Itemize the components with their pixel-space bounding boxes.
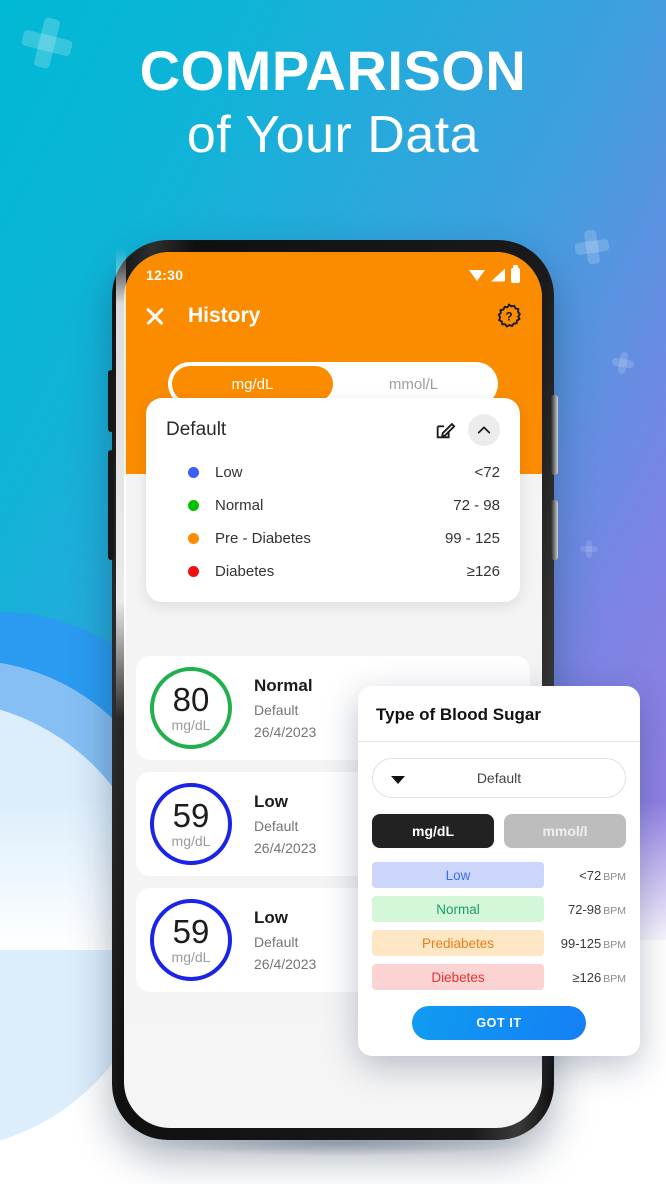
dialog-range-number: <72 bbox=[579, 867, 602, 883]
wifi-icon bbox=[469, 269, 485, 281]
legend-label: Diabetes bbox=[215, 563, 275, 580]
page-title: History bbox=[188, 304, 261, 327]
phone-volume-button bbox=[108, 370, 114, 432]
dialog-range-row: Prediabetes 99-125 BPM bbox=[372, 930, 626, 956]
app-header: History ? bbox=[124, 288, 542, 344]
dialog-range-row: Diebetes ≥126 BPM bbox=[372, 964, 626, 990]
history-status: Normal bbox=[254, 676, 313, 695]
dialog-range-chip-low: Low bbox=[372, 862, 544, 888]
plus-icon bbox=[610, 350, 635, 375]
dialog-range-chip-prediabetes: Prediabetes bbox=[372, 930, 544, 956]
dialog-range-unit: BPM bbox=[603, 972, 626, 985]
default-range-card: Default Low <72 Normal 72 - 98 Pre - Dia… bbox=[146, 398, 520, 602]
reading-unit: mg/dL bbox=[171, 949, 211, 965]
help-badge-icon[interactable]: ? bbox=[496, 303, 522, 329]
reading-unit: mg/dL bbox=[171, 833, 211, 849]
history-date: 26/4/2023 bbox=[254, 724, 317, 740]
phone-power-button bbox=[551, 500, 558, 560]
hero-title-secondary: of Your Data bbox=[186, 106, 480, 164]
hero-heading: COMPARISON of Your Data bbox=[0, 40, 666, 168]
close-icon[interactable] bbox=[144, 305, 166, 327]
phone-bezel-highlight bbox=[116, 248, 126, 718]
status-time: 12:30 bbox=[146, 267, 184, 283]
reading-ring: 80 mg/dL bbox=[150, 667, 232, 749]
svg-text:?: ? bbox=[505, 309, 512, 323]
dialog-range-unit: BPM bbox=[603, 904, 626, 917]
reading-value: 59 bbox=[172, 913, 210, 950]
history-row-info: Low Default 26/4/2023 bbox=[254, 792, 316, 856]
history-date: 26/4/2023 bbox=[254, 840, 317, 856]
unit-option-mmoll[interactable]: mmol/L bbox=[333, 366, 494, 402]
legend-range: 72 - 98 bbox=[453, 497, 500, 514]
reading-value: 80 bbox=[172, 681, 210, 718]
dialog-unit-mmoll[interactable]: mmol/l bbox=[504, 814, 626, 848]
status-bar: 12:30 bbox=[124, 262, 542, 288]
status-dot-pre-diabetes bbox=[188, 533, 199, 544]
reading-ring: 59 mg/dL bbox=[150, 783, 232, 865]
reading-value: 59 bbox=[172, 797, 210, 834]
legend-row: Pre - Diabetes 99 - 125 bbox=[166, 522, 500, 555]
dialog-range-row: Low <72 BPM bbox=[372, 862, 626, 888]
legend-label: Low bbox=[215, 464, 243, 481]
dialog-range-chip-normal: Normal bbox=[372, 896, 544, 922]
chevron-down-icon bbox=[391, 776, 405, 784]
history-type: Default bbox=[254, 702, 299, 718]
history-row-info: Low Default 26/4/2023 bbox=[254, 908, 316, 972]
legend-label: Normal bbox=[215, 497, 264, 514]
got-it-button[interactable]: GOT IT bbox=[412, 1006, 586, 1040]
unit-option-mgdl[interactable]: mg/dL bbox=[172, 366, 333, 402]
battery-icon bbox=[511, 264, 520, 283]
hero-title-primary: COMPARISON bbox=[139, 39, 527, 102]
default-range-card-title: Default bbox=[166, 419, 227, 440]
dialog-range-unit: BPM bbox=[603, 870, 626, 883]
history-date: 26/4/2023 bbox=[254, 956, 317, 972]
dialog-range-number: ≥126 bbox=[572, 969, 602, 985]
dialog-range-list: Low <72 BPM Normal 72-98 BPM Prediabetes 9… bbox=[372, 862, 626, 990]
phone-side-button bbox=[108, 450, 114, 560]
dialog-range-chip-diabetes: Diebetes bbox=[372, 964, 544, 990]
reading-ring: 59 mg/dL bbox=[150, 899, 232, 981]
legend-row: Normal 72 - 98 bbox=[166, 489, 500, 522]
status-dot-diabetes bbox=[188, 566, 199, 577]
dialog-range-value: 72-98 BPM bbox=[544, 902, 626, 917]
status-dot-normal bbox=[188, 500, 199, 511]
legend-range: 99 - 125 bbox=[444, 530, 500, 547]
promo-graphic: COMPARISON of Your Data 12:30 History ? … bbox=[0, 0, 666, 1184]
chevron-up-icon[interactable] bbox=[468, 414, 500, 446]
history-type: Default bbox=[254, 818, 299, 834]
dialog-range-value: ≥126 BPM bbox=[544, 970, 626, 985]
type-select[interactable]: Default bbox=[372, 758, 626, 798]
edit-icon[interactable] bbox=[434, 419, 456, 441]
legend-range: ≥126 bbox=[466, 563, 500, 580]
plus-icon bbox=[573, 228, 611, 266]
dialog-title: Type of Blood Sugar bbox=[358, 686, 640, 742]
reading-unit: mg/dL bbox=[171, 717, 211, 733]
legend-row: Low <72 bbox=[166, 456, 500, 489]
phone-volume-button-right bbox=[551, 395, 558, 475]
dialog-range-number: 99-125 bbox=[560, 935, 602, 951]
default-range-card-header: Default bbox=[166, 414, 500, 446]
legend-row: Diabetes ≥126 bbox=[166, 555, 500, 588]
dialog-range-row: Normal 72-98 BPM bbox=[372, 896, 626, 922]
history-status: Low bbox=[254, 908, 288, 927]
history-row-info: Normal Default 26/4/2023 bbox=[254, 676, 316, 740]
dialog-unit-toggle: mg/dL mmol/l bbox=[372, 814, 626, 848]
status-dot-low bbox=[188, 467, 199, 478]
plus-icon bbox=[580, 540, 598, 558]
dialog-range-number: 72-98 bbox=[567, 901, 602, 917]
signal-icon bbox=[491, 268, 505, 282]
blood-sugar-type-dialog: Type of Blood Sugar Default mg/dL mmol/l… bbox=[358, 686, 640, 1056]
legend-range: <72 bbox=[474, 464, 500, 481]
dialog-range-unit: BPM bbox=[603, 938, 626, 951]
legend-card-area: Default Low <72 Normal 72 - 98 Pre - Dia… bbox=[124, 398, 542, 602]
dialog-unit-mgdl[interactable]: mg/dL bbox=[372, 814, 494, 848]
dialog-range-value: <72 BPM bbox=[544, 868, 626, 883]
legend-label: Pre - Diabetes bbox=[215, 530, 311, 547]
history-status: Low bbox=[254, 792, 288, 811]
default-range-card-actions bbox=[434, 414, 500, 446]
type-select-value: Default bbox=[476, 770, 522, 786]
history-type: Default bbox=[254, 934, 299, 950]
status-icons bbox=[469, 264, 520, 283]
dialog-range-value: 99-125 BPM bbox=[544, 936, 626, 951]
